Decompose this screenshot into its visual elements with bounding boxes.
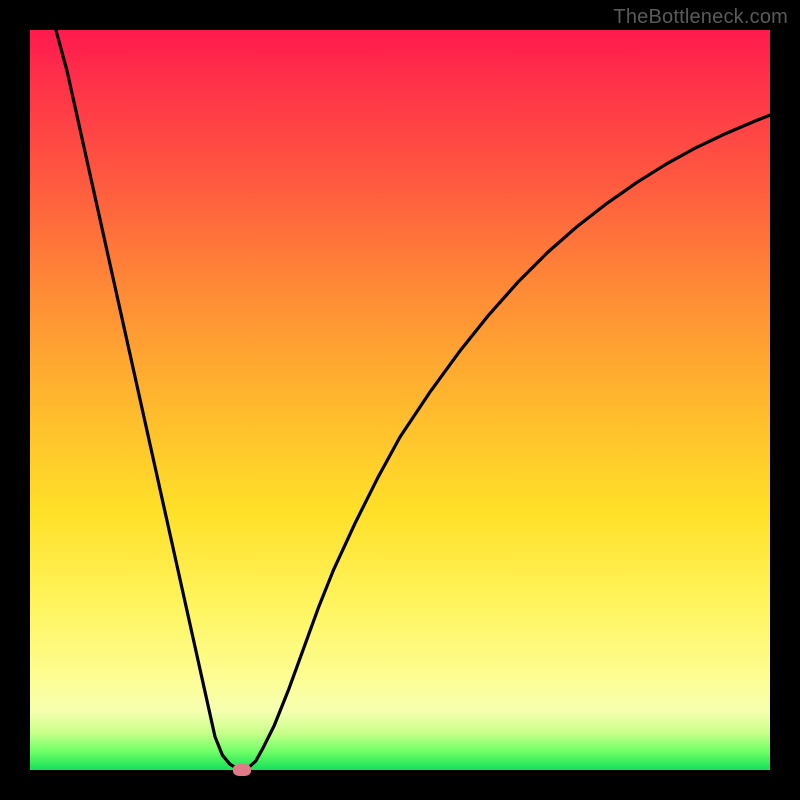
chart-frame: [30, 30, 770, 770]
bottleneck-curve: [56, 30, 770, 770]
minimum-marker: [233, 764, 251, 776]
chart-svg: [30, 30, 770, 770]
credit-text: TheBottleneck.com: [613, 6, 788, 29]
